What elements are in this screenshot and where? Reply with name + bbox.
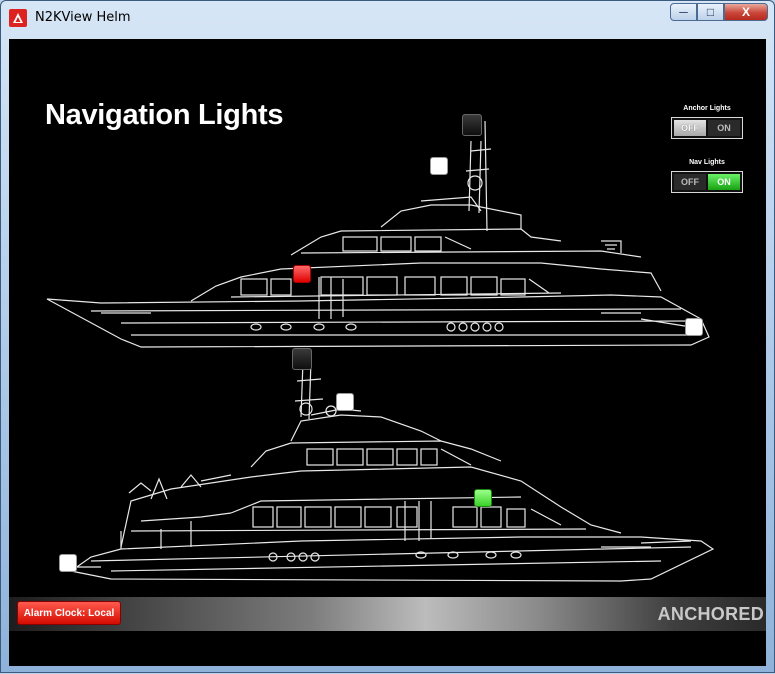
yacht-diagram bbox=[46, 120, 715, 582]
masthead-light-starboard-view[interactable] bbox=[336, 393, 354, 411]
app-window: N2KView Helm ─ □ X Navigation Lights Anc… bbox=[0, 0, 775, 673]
vessel-mode-status: ANCHORED bbox=[657, 604, 764, 624]
portholes-port bbox=[250, 322, 504, 332]
lower-deck-windows bbox=[240, 276, 550, 296]
yacht-port-view bbox=[46, 120, 710, 348]
mast-top-light-port-view[interactable] bbox=[462, 114, 482, 136]
main-deck-windows bbox=[252, 506, 562, 528]
port-sidelight[interactable] bbox=[293, 265, 311, 283]
status-bar: Alarm Clock: Local ANCHORED bbox=[9, 597, 766, 631]
mast-top-light-starboard-view[interactable] bbox=[292, 348, 312, 370]
stern-light-port-view[interactable] bbox=[685, 318, 703, 336]
yacht-starboard-view bbox=[69, 360, 715, 582]
masthead-light-port-view[interactable] bbox=[430, 157, 448, 175]
alarm-clock-button[interactable]: Alarm Clock: Local bbox=[17, 601, 121, 625]
starboard-sidelight[interactable] bbox=[474, 489, 492, 507]
stern-light-starboard-view[interactable] bbox=[59, 554, 77, 572]
